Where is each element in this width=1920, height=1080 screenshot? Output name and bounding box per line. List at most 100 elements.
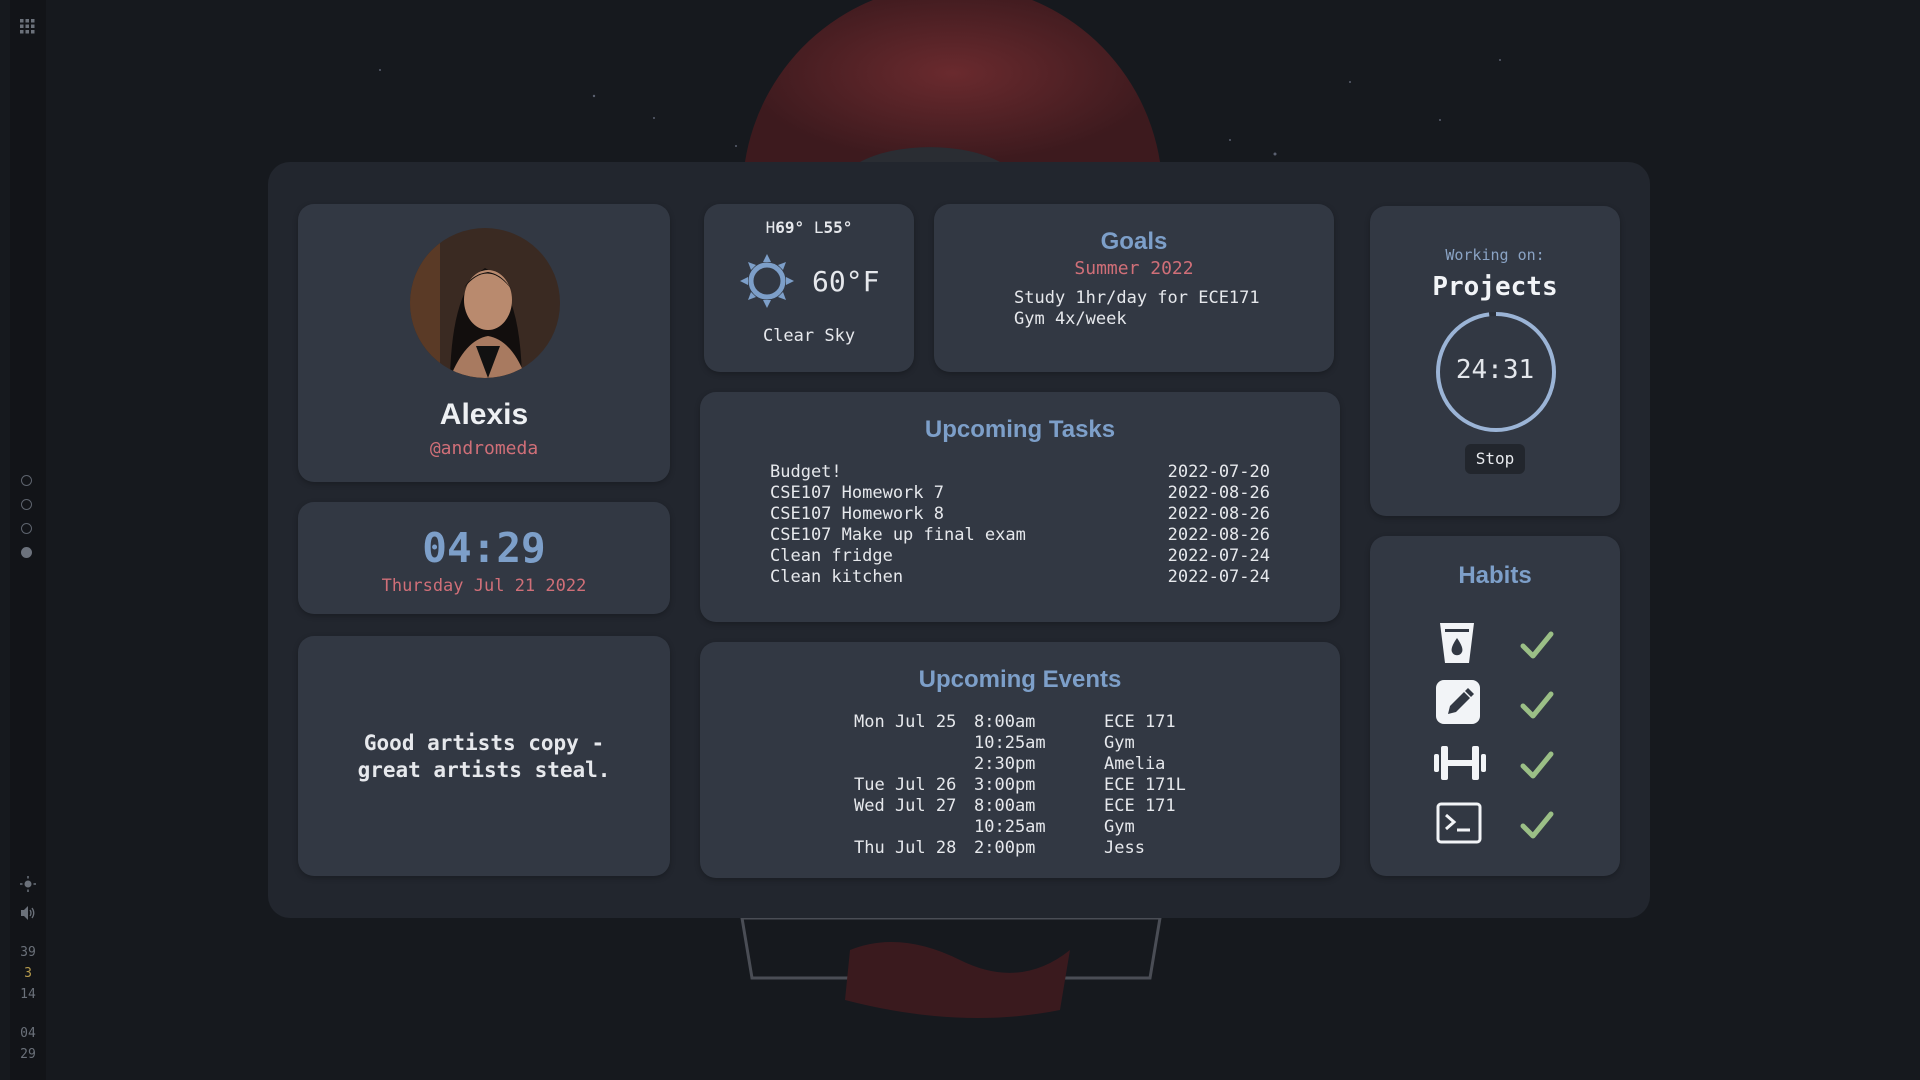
- check-icon: [1520, 691, 1554, 719]
- timer-value: 24:31: [1455, 355, 1535, 385]
- quote-text: Good artists copy - great artists steal.: [357, 731, 611, 782]
- task-row[interactable]: CSE107 Homework 8 2022-08-26: [770, 504, 1270, 525]
- stat-2: 3: [24, 966, 32, 981]
- high-prefix: H: [765, 218, 776, 237]
- workspace-dot-3[interactable]: [21, 523, 32, 534]
- task-name: Clean fridge: [770, 546, 893, 566]
- event-time: 10:25am: [974, 817, 1046, 837]
- timer-label: Working on:: [1445, 246, 1545, 264]
- event-day: Mon Jul 25: [854, 712, 957, 732]
- event-row[interactable]: Thu Jul 28 2:00pm Jess: [854, 838, 1186, 859]
- task-name: Budget!: [770, 462, 842, 482]
- profile-handle: @andromeda: [429, 438, 539, 459]
- task-row[interactable]: Budget! 2022-07-20: [770, 462, 1270, 483]
- event-day: [854, 733, 974, 754]
- sun-icon: [740, 254, 794, 308]
- event-name: Gym: [1104, 817, 1135, 837]
- event-name: ECE 171L: [1104, 775, 1186, 795]
- quote-card: Good artists copy - great artists steal.: [298, 636, 670, 876]
- event-name: ECE 171: [1104, 796, 1176, 816]
- goal-item: Study 1hr/day for ECE171: [1014, 288, 1260, 308]
- workspace-dot-2[interactable]: [21, 499, 32, 510]
- profile-name: Alexis: [439, 398, 529, 431]
- avatar: [410, 228, 560, 378]
- event-name: ECE 171: [1104, 712, 1176, 732]
- dashboard-panel: Alexis @andromeda 04:29 Thursday Jul 21 …: [268, 162, 1650, 918]
- event-time: 8:00am: [974, 796, 1036, 816]
- event-day: [854, 817, 974, 838]
- weather-description: Clear Sky: [762, 326, 856, 346]
- water-cup-icon[interactable]: [1434, 620, 1480, 666]
- dumbbell-icon[interactable]: [1434, 740, 1486, 786]
- check-icon: [1520, 811, 1554, 839]
- task-row[interactable]: Clean fridge 2022-07-24: [770, 546, 1270, 567]
- task-name: CSE107 Homework 8: [770, 504, 944, 524]
- volume-icon[interactable]: [20, 905, 36, 921]
- task-date: 2022-07-24: [1167, 546, 1270, 566]
- event-name: Amelia: [1104, 754, 1166, 774]
- apps-grid-icon[interactable]: [20, 19, 35, 34]
- goal-item: Gym 4x/week: [1014, 309, 1127, 329]
- task-name: Clean kitchen: [770, 567, 904, 587]
- stat-3: 14: [20, 987, 36, 1002]
- event-row[interactable]: 10:25am Gym: [854, 817, 1186, 838]
- events-card: Upcoming Events Mon Jul 25 8:00am ECE 171 1…: [700, 642, 1340, 878]
- goals-card: Goals Summer 2022 Study 1hr/day for ECE1…: [934, 204, 1334, 372]
- event-time: 2:30pm: [974, 754, 1036, 774]
- stop-button[interactable]: Stop: [1465, 444, 1525, 474]
- weather-high: 69°: [775, 218, 805, 237]
- workspace-dot-1[interactable]: [21, 475, 32, 486]
- goals-list: Study 1hr/day for ECE171 Gym 4x/week: [1014, 288, 1260, 330]
- weather-card: H69° L55° 60°F Clear Sky: [704, 204, 914, 372]
- low-prefix: L: [813, 218, 824, 237]
- task-name: CSE107 Homework 7: [770, 483, 944, 503]
- event-row[interactable]: Wed Jul 27 8:00am ECE 171: [854, 796, 1186, 817]
- event-time: 10:25am: [974, 733, 1046, 753]
- goals-subtitle: Summer 2022: [1074, 258, 1194, 279]
- event-row[interactable]: Tue Jul 26 3:00pm ECE 171L: [854, 775, 1186, 796]
- stat-1: 39: [20, 945, 36, 960]
- task-row[interactable]: CSE107 Make up final exam 2022-08-26: [770, 525, 1270, 546]
- goals-title: Goals: [1100, 228, 1168, 255]
- clock-time: 04:29: [422, 524, 546, 572]
- bar-clock-minute: 29: [20, 1047, 36, 1062]
- task-date: 2022-08-26: [1167, 483, 1270, 503]
- task-name: CSE107 Make up final exam: [770, 525, 1026, 545]
- tasks-title: Upcoming Tasks: [924, 416, 1116, 443]
- event-time: 8:00am: [974, 712, 1036, 732]
- event-day: Thu Jul 28: [854, 838, 957, 858]
- weather-low: 55°: [823, 218, 853, 237]
- sidebar: 39 3 14 04 29: [10, 0, 46, 1080]
- task-row[interactable]: CSE107 Homework 7 2022-08-26: [770, 483, 1270, 504]
- event-time: 3:00pm: [974, 775, 1036, 795]
- event-name: Jess: [1104, 838, 1145, 858]
- clock-card: 04:29 Thursday Jul 21 2022: [298, 502, 670, 614]
- check-icon: [1520, 751, 1554, 779]
- bar-clock-hour: 04: [20, 1026, 36, 1041]
- weather-temperature: 60°F: [812, 265, 880, 298]
- event-row[interactable]: 2:30pm Amelia: [854, 754, 1186, 775]
- task-date: 2022-07-24: [1167, 567, 1270, 587]
- timer-card: Working on: Projects 24:31 Stop: [1370, 206, 1620, 516]
- pencil-icon[interactable]: [1436, 680, 1482, 726]
- tasks-table: Budget! 2022-07-20 CSE107 Homework 7 2022-0…: [770, 462, 1270, 588]
- task-date: 2022-08-26: [1167, 504, 1270, 524]
- events-title: Upcoming Events: [918, 666, 1122, 693]
- event-day: Wed Jul 27: [854, 796, 957, 816]
- event-row[interactable]: Mon Jul 25 8:00am ECE 171: [854, 712, 1186, 733]
- event-time: 2:00pm: [974, 838, 1036, 858]
- habits-card: Habits: [1370, 536, 1620, 876]
- profile-card: Alexis @andromeda: [298, 204, 670, 482]
- workspace-dot-4[interactable]: [21, 547, 32, 558]
- task-row[interactable]: Clean kitchen 2022-07-24: [770, 567, 1270, 588]
- check-icon: [1520, 631, 1554, 659]
- event-name: Gym: [1104, 733, 1135, 753]
- brightness-icon[interactable]: [20, 876, 36, 892]
- habits-title: Habits: [1458, 562, 1532, 589]
- event-day: Tue Jul 26: [854, 775, 957, 795]
- tasks-card: Upcoming Tasks Budget! 2022-07-20 CSE107 H…: [700, 392, 1340, 622]
- terminal-icon[interactable]: [1436, 800, 1482, 846]
- event-row[interactable]: 10:25am Gym: [854, 733, 1186, 754]
- clock-date: Thursday Jul 21 2022: [381, 576, 587, 596]
- task-date: 2022-08-26: [1167, 525, 1270, 545]
